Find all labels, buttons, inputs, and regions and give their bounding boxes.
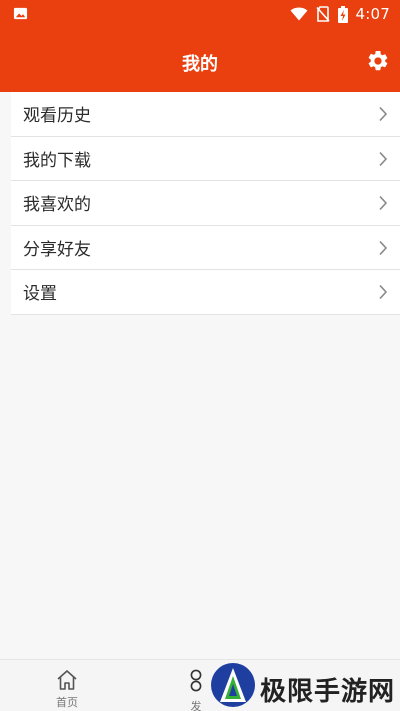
app-header: 我的 [0,28,400,92]
nav-home-label: 首页 [56,696,78,709]
chevron-right-icon [379,240,388,255]
nav-tab-discover[interactable]: 发 [186,669,206,711]
menu-item-label: 我喜欢的 [23,195,91,216]
wifi-icon [290,7,308,21]
menu-item-downloads[interactable]: 我的下载 [11,136,400,181]
watermark: 极限手游网 [210,662,400,711]
gear-icon[interactable] [366,49,390,73]
discover-icon [190,669,202,692]
chevron-right-icon [379,284,388,300]
menu-item-history[interactable]: 观看历史 [11,92,400,137]
app-screen: 4:07 我的 观看历史 我的下载 我喜欢的 分享好友 设置 首页 发 极限手游… [0,0,400,711]
watermark-logo-icon [211,663,255,707]
status-time: 4:07 [355,5,390,23]
nav-tab-home[interactable]: 首页 [52,668,82,710]
page-title: 我的 [182,54,218,75]
menu-list: 观看历史 我的下载 我喜欢的 分享好友 设置 [11,92,400,315]
battery-charging-icon [337,5,348,23]
menu-item-label: 观看历史 [23,106,91,127]
nav-discover-label: 发 [190,700,202,711]
menu-item-label: 分享好友 [23,239,91,260]
chevron-right-icon [379,106,388,122]
menu-item-label: 设置 [23,284,57,305]
image-icon [13,7,28,20]
menu-item-share[interactable]: 分享好友 [11,225,400,270]
menu-item-label: 我的下载 [23,150,91,171]
chevron-right-icon [379,195,388,211]
chevron-right-icon [379,151,388,166]
menu-item-settings[interactable]: 设置 [11,270,400,315]
menu-item-favorites[interactable]: 我喜欢的 [11,181,400,226]
no-sim-icon [315,6,330,22]
home-icon [57,670,77,690]
watermark-text: 极限手游网 [260,677,396,707]
status-bar: 4:07 [0,0,400,28]
